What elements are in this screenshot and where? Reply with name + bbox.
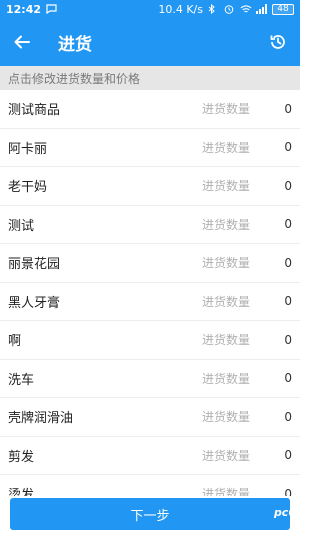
battery-icon: 48: [272, 3, 294, 15]
list-item[interactable]: 测试商品 进货数量 0: [0, 90, 300, 129]
item-name: 壳牌润滑油: [8, 411, 74, 427]
bluetooth-icon: [208, 3, 219, 15]
list-item[interactable]: 老干妈 进货数量 0: [0, 167, 300, 206]
item-name: 烫发: [8, 488, 35, 496]
item-name: 黑人牙膏: [8, 295, 61, 311]
item-name: 阿卡丽: [8, 141, 48, 157]
quantity-value: 0: [284, 332, 292, 347]
quantity-value: 0: [284, 140, 292, 155]
watermark-logo: pc6: [273, 506, 296, 519]
list-item[interactable]: 啊 进货数量 0: [0, 321, 300, 360]
item-name: 老干妈: [8, 180, 48, 196]
list-item[interactable]: 黑人牙膏 进货数量 0: [0, 282, 300, 321]
list-item[interactable]: 洗车 进货数量 0: [0, 359, 300, 398]
quantity-label: 进货数量: [202, 333, 251, 348]
quantity-value: 0: [284, 255, 292, 270]
quantity-value: 0: [284, 371, 292, 386]
hint-text: 点击修改进货数量和价格: [0, 66, 300, 90]
quantity-value: 0: [284, 178, 292, 193]
status-bar: 12:42 10.4 K/s 48: [0, 0, 300, 18]
quantity-label: 进货数量: [202, 102, 251, 117]
quantity-value: 0: [284, 409, 292, 424]
item-name: 剪发: [8, 449, 35, 465]
product-list: 测试商品 进货数量 0 阿卡丽 进货数量 0 老干妈 进货数量 0 测试 进货数…: [0, 90, 300, 496]
alarm-icon: [224, 4, 235, 14]
quantity-label: 进货数量: [202, 294, 251, 309]
quantity-label: 进货数量: [202, 217, 251, 232]
quantity-label: 进货数量: [202, 371, 251, 386]
history-icon: [270, 35, 285, 49]
item-name: 测试: [8, 218, 35, 234]
list-item[interactable]: 阿卡丽 进货数量 0: [0, 128, 300, 167]
quantity-value: 0: [284, 101, 292, 116]
back-button[interactable]: [0, 18, 44, 66]
app-bar: 进货: [0, 18, 300, 66]
quantity-label: 进货数量: [202, 256, 251, 271]
quantity-label: 进货数量: [202, 448, 251, 463]
quantity-label: 进货数量: [202, 410, 251, 425]
item-name: 测试商品: [8, 103, 61, 119]
quantity-value: 0: [284, 486, 292, 496]
quantity-label: 进货数量: [202, 487, 251, 496]
list-item[interactable]: 测试 进货数量 0: [0, 205, 300, 244]
list-item[interactable]: 壳牌润滑油 进货数量 0: [0, 398, 300, 437]
quantity-value: 0: [284, 294, 292, 309]
next-button[interactable]: 下一步: [10, 498, 290, 530]
arrow-left-icon: [14, 35, 30, 49]
status-time: 12:42: [6, 2, 42, 16]
quantity-value: 0: [284, 448, 292, 463]
wifi-icon: [240, 4, 252, 14]
item-name: 洗车: [8, 372, 35, 388]
quantity-value: 0: [284, 217, 292, 232]
signal-icon: [256, 4, 267, 14]
list-item[interactable]: 剪发 进货数量 0: [0, 436, 300, 475]
quantity-label: 进货数量: [202, 179, 251, 194]
network-speed: 10.4 K/s: [158, 2, 203, 16]
item-name: 啊: [8, 334, 22, 350]
item-name: 丽景花园: [8, 257, 61, 273]
quantity-label: 进货数量: [202, 140, 251, 155]
message-icon: [46, 4, 57, 15]
list-item[interactable]: 烫发 进货数量 0: [0, 475, 300, 496]
list-item[interactable]: 丽景花园 进货数量 0: [0, 244, 300, 283]
page-title: 进货: [58, 34, 92, 55]
history-button[interactable]: [256, 18, 300, 66]
